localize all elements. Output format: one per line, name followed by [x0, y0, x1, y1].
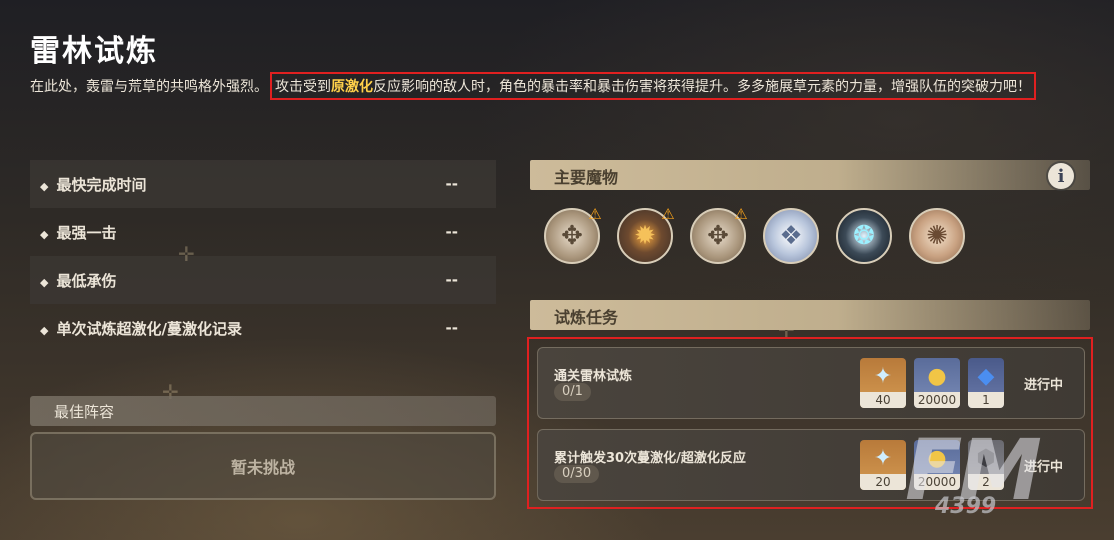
task-row[interactable]: 通关雷林试炼 0/1 ✦ 40 ● 20000 ◆ 1 进行中 — [537, 347, 1085, 419]
stat-row-reaction-record: 单次试炼超激化/蔓激化记录 -- — [30, 304, 496, 352]
page-title: 雷林试炼 — [30, 34, 158, 69]
warning-icon: ⚠ — [734, 205, 748, 223]
reward-count: 40 — [860, 392, 906, 408]
description: 在此处，轰雷与荒草的共鸣格外强烈。 攻击受到 原激化 反应影响的敌人时，角色的暴… — [30, 72, 1036, 100]
ruin-grader-icon: ✹ — [634, 221, 656, 251]
task-progress: 0/1 — [554, 383, 591, 401]
reward-mora[interactable]: ● 20000 — [914, 358, 960, 408]
description-highlight-box: 攻击受到 原激化 反应影响的敌人时，角色的暴击率和暴击伤害将获得提升。多多施展草… — [270, 72, 1036, 100]
task-progress: 0/30 — [554, 465, 600, 483]
stat-label: 最快完成时间 — [40, 174, 146, 195]
stat-value: -- — [445, 175, 458, 193]
best-team-header: 最佳阵容 — [30, 396, 496, 426]
monster-ruin-drake[interactable]: ✥ ⚠ — [544, 206, 602, 264]
stat-row-strongest-hit: 最强一击 -- — [30, 208, 496, 256]
ruin-drake-icon: ✥ — [707, 221, 729, 251]
ruin-defender-icon: ❂ — [853, 221, 875, 251]
task-rewards: ✦ 40 ● 20000 ◆ 1 — [860, 358, 1004, 408]
stat-label: 最低承伤 — [40, 270, 116, 291]
decor-star-icon: ✛ — [178, 242, 195, 266]
crystal-icon: ◆ — [977, 364, 995, 389]
stats-list: 最快完成时间 -- 最强一击 -- 最低承伤 -- 单次试炼超激化/蔓激化记录 … — [30, 160, 496, 352]
best-team-empty-text: 暂未挑战 — [230, 458, 295, 477]
monster-ruin-grader[interactable]: ✹ ⚠ — [617, 206, 675, 264]
ruin-hunter-icon: ✺ — [926, 221, 948, 251]
reward-crystal[interactable]: ◆ 1 — [968, 358, 1004, 408]
warning-icon: ⚠ — [588, 205, 602, 223]
stat-value: -- — [445, 319, 458, 337]
stat-row-lowest-damage-taken: 最低承伤 -- — [30, 256, 496, 304]
primogem-icon: ✦ — [873, 446, 893, 471]
primogem-icon: ✦ — [873, 364, 893, 389]
monster-ruin-defender[interactable]: ❂ — [836, 208, 892, 264]
mora-icon: ● — [927, 364, 947, 389]
reward-count: 1 — [968, 392, 1004, 408]
ruin-scout-icon: ❖ — [779, 221, 803, 251]
reward-count: 20000 — [914, 392, 960, 408]
stat-row-fastest-time: 最快完成时间 -- — [30, 160, 496, 208]
monster-ruin-hunter[interactable]: ✺ — [909, 208, 965, 264]
task-status: 进行中 — [1024, 378, 1064, 393]
reward-primogem[interactable]: ✦ 40 — [860, 358, 906, 408]
warning-icon: ⚠ — [661, 205, 675, 223]
reward-primogem[interactable]: ✦ 20 — [860, 440, 906, 490]
best-team-panel[interactable]: 暂未挑战 — [30, 432, 496, 500]
description-part1: 攻击受到 — [275, 79, 331, 95]
monster-ruin-drake[interactable]: ✥ ⚠ — [690, 206, 748, 264]
monster-ruin-scout[interactable]: ❖ — [763, 208, 819, 264]
task-name: 通关雷林试炼 — [554, 369, 633, 384]
reward-count: 20 — [860, 474, 906, 490]
ruin-drake-icon: ✥ — [561, 221, 583, 251]
task-name: 累计触发30次蔓激化/超激化反应 — [554, 451, 746, 466]
stat-label: 最强一击 — [40, 222, 116, 243]
stat-value: -- — [445, 223, 458, 241]
description-prefix: 在此处，轰雷与荒草的共鸣格外强烈。 — [30, 79, 268, 95]
stat-value: -- — [445, 271, 458, 289]
tasks-header: 试炼任务 — [530, 300, 1090, 330]
stat-label: 单次试炼超激化/蔓激化记录 — [40, 318, 241, 339]
description-part2: 反应影响的敌人时，角色的暴击率和暴击伤害将获得提升。多多施展草元素的力量，增强队… — [373, 79, 1031, 95]
watermark-logo: FM 4399 — [905, 428, 1042, 519]
monsters-header: 主要魔物 — [530, 160, 1090, 190]
monster-list: ✥ ⚠ ✹ ⚠ ✥ ⚠ ❖ ❂ ✺ — [544, 206, 965, 264]
info-icon[interactable]: i — [1048, 163, 1074, 189]
description-keyword: 原激化 — [331, 79, 373, 95]
watermark-small: 4399 — [935, 494, 997, 519]
